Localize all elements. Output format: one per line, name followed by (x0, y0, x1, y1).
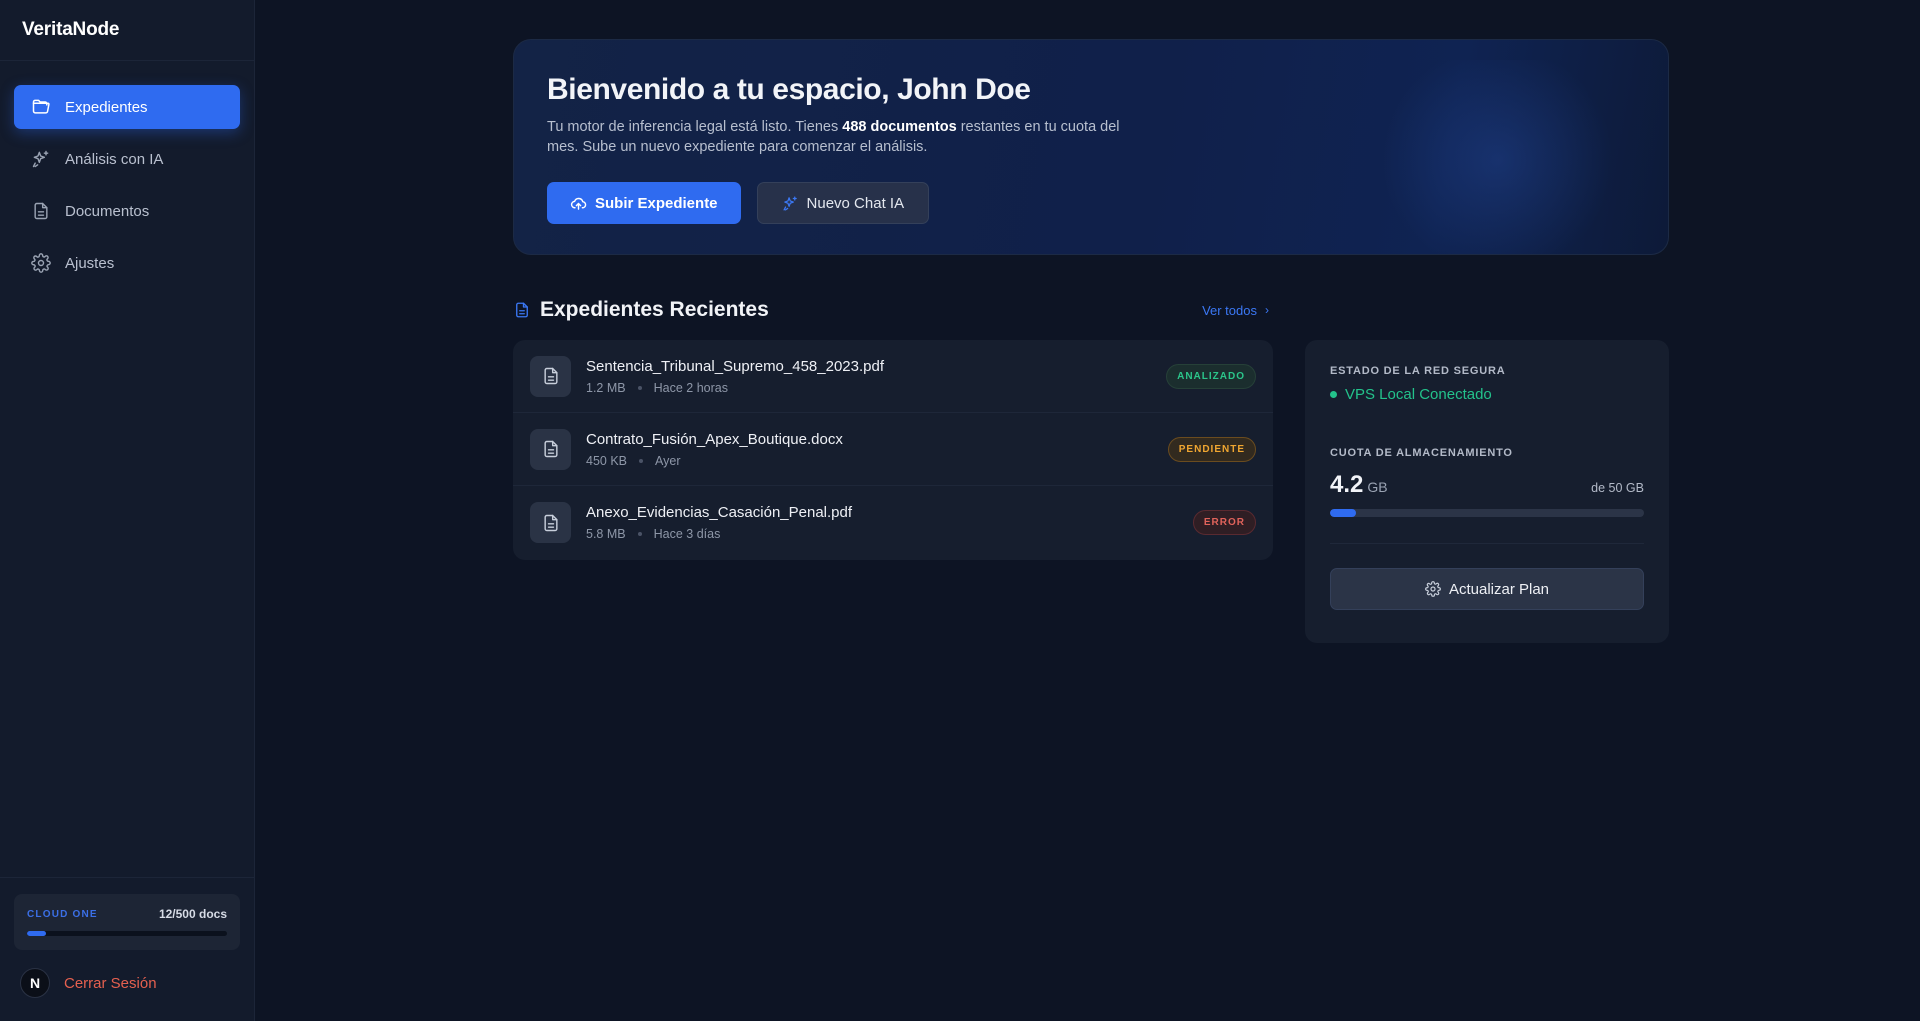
storage-quota-label: CUOTA DE ALMACENAMIENTO (1330, 447, 1513, 459)
status-badge: ANALIZADO (1166, 363, 1256, 389)
document-icon (513, 299, 531, 321)
app-logo[interactable]: VeritaNode (0, 0, 254, 61)
sidebar-item-ajustes[interactable]: Ajustes (14, 241, 240, 285)
new-ai-chat-button-label: Nuevo Chat IA (806, 194, 905, 212)
file-time: Ayer (655, 453, 681, 468)
upgrade-plan-button-label: Actualizar Plan (1448, 580, 1550, 598)
section-title-text: Expedientes Recientes (540, 298, 769, 321)
file-time: Hace 2 horas (653, 380, 728, 395)
file-name: Contrato_Fusión_Apex_Boutique.docx (586, 430, 843, 448)
welcome-description-text: Tu motor de inferencia legal está listo.… (547, 119, 843, 135)
recent-files-header: Expedientes Recientes Ver todos › (513, 295, 1273, 325)
file-icon (530, 502, 571, 543)
logout-button[interactable]: Cerrar Sesión (64, 975, 157, 992)
file-meta: 1.2 MB Hace 2 horas (586, 381, 1166, 395)
file-name: Sentencia_Tribunal_Supremo_458_2023.pdf (586, 357, 885, 375)
sidebar: VeritaNode Expedientes Análisis con IA D… (0, 0, 255, 1021)
status-badge: PENDIENTE (1167, 436, 1256, 462)
separator-dot (637, 532, 642, 536)
welcome-description: Tu motor de inferencia legal está listo.… (547, 117, 1137, 157)
plan-usage-bar (27, 931, 227, 936)
file-size: 450 KB (586, 453, 628, 468)
cloud-upload-icon (570, 195, 587, 212)
gear-icon (31, 253, 51, 273)
file-time: Hace 3 días (653, 527, 721, 541)
section-title: Expedientes Recientes (513, 298, 769, 322)
storage-used: 4.2 (1330, 471, 1364, 498)
recent-files-list: Sentencia_Tribunal_Supremo_458_2023.pdf … (513, 340, 1273, 560)
status-dot-icon (1330, 391, 1337, 398)
see-all-label: Ver todos (1202, 302, 1257, 318)
hero-actions: Subir Expediente Nuevo Chat IA (547, 182, 1635, 224)
separator-dot (639, 458, 644, 463)
upload-case-button[interactable]: Subir Expediente (547, 182, 741, 224)
sidebar-item-analisis[interactable]: Análisis con IA (14, 137, 240, 181)
network-status-label: ESTADO DE LA RED SEGURA (1330, 365, 1506, 377)
sidebar-item-label: Documentos (65, 202, 150, 220)
system-status-card: ESTADO DE LA RED SEGURA VPS Local Conect… (1305, 340, 1669, 643)
sidebar-item-label: Ajustes (65, 254, 115, 272)
sidebar-item-label: Expedientes (65, 98, 148, 116)
avatar[interactable]: N (20, 968, 50, 998)
list-item[interactable]: Anexo_Evidencias_Casación_Penal.pdf 5.8 … (513, 486, 1273, 559)
sidebar-footer: CLOUD ONE 12/500 docs N Cerrar Sesión (0, 877, 254, 1021)
storage-total: de 50 GB (1591, 481, 1644, 495)
document-icon (31, 201, 51, 221)
file-meta: 5.8 MB Hace 3 días (586, 527, 1193, 541)
upgrade-plan-button[interactable]: Actualizar Plan (1330, 568, 1644, 610)
sidebar-item-expedientes[interactable]: Expedientes (14, 85, 240, 129)
file-size: 5.8 MB (586, 527, 626, 541)
storage-progress-fill (1330, 509, 1357, 517)
sidebar-item-label: Análisis con IA (65, 150, 164, 168)
folder-open-icon (31, 97, 51, 117)
plan-name: CLOUD ONE (27, 908, 98, 920)
storage-unit: GB (1367, 479, 1388, 495)
network-status-text: VPS Local Conectado (1345, 386, 1492, 403)
divider (1330, 543, 1644, 544)
plan-usage-bar-fill (27, 931, 46, 936)
page-title: Bienvenido a tu espacio, John Doe (547, 73, 1031, 106)
file-icon (530, 428, 571, 470)
remaining-docs-count: 488 documentos (842, 119, 957, 135)
list-item[interactable]: Contrato_Fusión_Apex_Boutique.docx 450 K… (513, 413, 1273, 486)
chevron-right-icon: › (1265, 303, 1269, 317)
file-icon (530, 355, 571, 397)
network-status: VPS Local Conectado (1330, 386, 1644, 403)
new-ai-chat-button[interactable]: Nuevo Chat IA (756, 182, 930, 224)
sidebar-nav: Expedientes Análisis con IA Documentos A… (0, 61, 254, 285)
list-item[interactable]: Sentencia_Tribunal_Supremo_458_2023.pdf … (513, 340, 1273, 413)
status-badge: ERROR (1192, 510, 1256, 535)
storage-quota: CUOTA DE ALMACENAMIENTO 4.2 GB de 50 GB (1330, 447, 1644, 517)
see-all-link[interactable]: Ver todos › (1202, 303, 1273, 318)
storage-progress-bar (1330, 509, 1644, 517)
file-name: Anexo_Evidencias_Casación_Penal.pdf (586, 504, 853, 521)
separator-dot (637, 385, 642, 390)
file-meta: 450 KB Ayer (586, 454, 1168, 468)
sparkles-icon (31, 149, 51, 169)
sparkles-icon (782, 195, 799, 212)
upload-case-button-label: Subir Expediente (595, 194, 718, 212)
plan-usage-card: CLOUD ONE 12/500 docs (14, 894, 240, 950)
plan-usage-count: 12/500 docs (158, 907, 227, 921)
welcome-banner: Bienvenido a tu espacio, John Doe Tu mot… (513, 39, 1669, 255)
file-size: 1.2 MB (586, 380, 626, 395)
logout-row[interactable]: N Cerrar Sesión (14, 968, 240, 998)
sidebar-item-documentos[interactable]: Documentos (14, 189, 240, 233)
gear-icon (1425, 581, 1441, 597)
